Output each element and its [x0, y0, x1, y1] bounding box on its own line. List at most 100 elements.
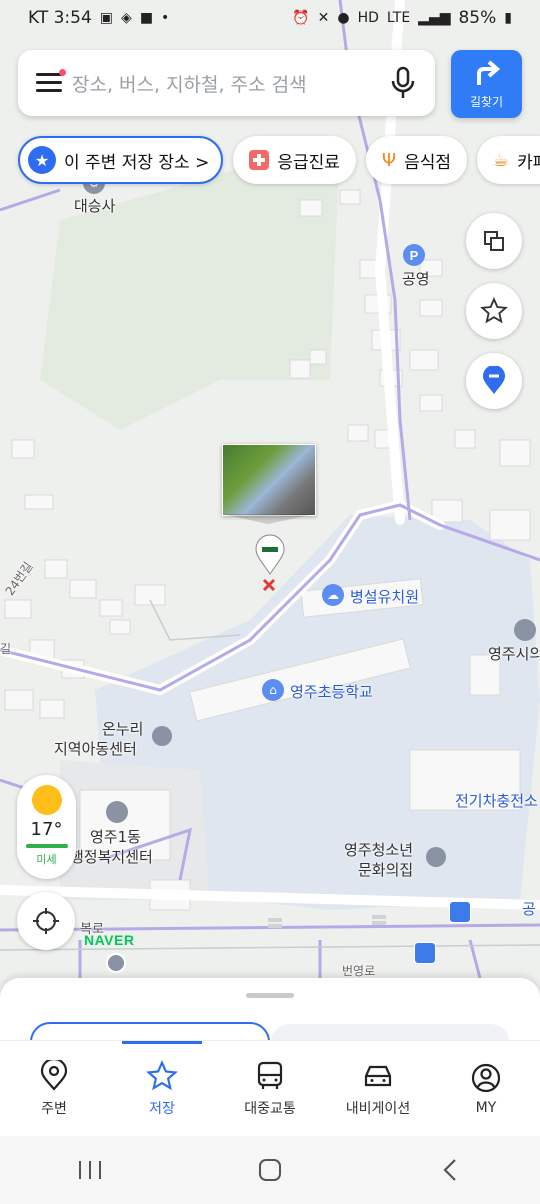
current-location-button[interactable] [17, 892, 75, 950]
bottom-sheet[interactable] [0, 978, 540, 1048]
chip-label: 응급진료 [277, 152, 340, 173]
menu-notification-dot [59, 69, 66, 76]
map-pin-marker[interactable] [254, 534, 286, 576]
chip-emergency[interactable]: 응급진료 [233, 136, 356, 184]
app-icon: ■ [139, 10, 154, 26]
mute-icon: ✕ [317, 10, 330, 26]
thumbnail-pointer [222, 514, 314, 524]
recent-apps-button[interactable] [60, 1150, 120, 1190]
naver-logo: NAVER [84, 932, 135, 948]
back-button[interactable] [420, 1150, 480, 1190]
saved-place-button[interactable] [466, 353, 522, 409]
chip-label: 카페 [517, 152, 540, 173]
tab-label: 대중교통 [244, 1101, 296, 1117]
layers-icon [484, 231, 504, 251]
dust-level-bar [25, 844, 68, 848]
tab-transit[interactable]: 대중교통 [216, 1041, 324, 1137]
chip-saved-nearby[interactable]: ★ 이 주변 저장 장소 > [18, 136, 224, 184]
tab-label: 내비게이션 [345, 1101, 411, 1117]
recent-apps-icon [79, 1161, 101, 1179]
bus-stop-icon-2[interactable] [414, 942, 436, 964]
poi-center-label-2[interactable]: 지역아동센터 [54, 738, 137, 759]
tab-my[interactable]: MY [432, 1041, 540, 1137]
turn-right-arrow-icon [476, 59, 500, 85]
tab-nearby[interactable]: 주변 [0, 1041, 108, 1137]
directions-label: 길찾기 [469, 94, 504, 109]
government-icon [106, 801, 128, 823]
carrier-time: KT 3:54 [28, 8, 92, 28]
bottom-tab-bar: 주변 저장 대중교통 내비게이션 MY [0, 1040, 540, 1137]
parking-icon: P [403, 244, 425, 266]
medical-cross-icon [249, 150, 270, 170]
star-icon [146, 1060, 178, 1091]
gallery-icon: ▣ [99, 10, 114, 26]
poi-school-label[interactable]: 영주초등학교 [290, 681, 373, 702]
temperature: 17° [30, 819, 63, 840]
poi-kindergarten-label[interactable]: 병설유치원 [350, 586, 419, 607]
battery-icon: ▮ [504, 10, 512, 26]
current-spot-x-icon [262, 578, 276, 592]
poi-center-label-1[interactable]: 온누리 [102, 718, 143, 739]
favorites-button[interactable] [466, 283, 522, 339]
home-button[interactable] [240, 1150, 300, 1190]
signal-icon: ▂▄▆ [418, 10, 451, 26]
tab-saved[interactable]: 저장 [108, 1041, 216, 1137]
sheet-drag-handle[interactable] [246, 993, 294, 998]
poi-city-hall-label[interactable]: 영주시의 [488, 643, 540, 664]
car-icon [364, 1065, 392, 1087]
battery-percent: 85% [458, 8, 497, 28]
tab-label: 주변 [41, 1101, 67, 1117]
alarm-icon: ⏰ [292, 10, 310, 26]
kindergarten-icon: ☁ [322, 584, 344, 606]
chip-cafe[interactable]: ☕ 카페 [477, 136, 540, 184]
street-view-thumbnail[interactable] [222, 444, 316, 516]
tab-label: 저장 [149, 1101, 175, 1117]
sun-icon [31, 785, 62, 815]
system-navigation-bar [0, 1136, 540, 1204]
bus-icon [257, 1061, 283, 1089]
coffee-cup-icon: ☕ [493, 149, 510, 171]
poi-welfare-label-2[interactable]: 행정복지센터 [70, 846, 153, 867]
tab-navigation[interactable]: 내비게이션 [324, 1041, 432, 1137]
crosshair-icon [33, 908, 59, 934]
tab-label: MY [475, 1100, 497, 1116]
star-outline-icon [480, 297, 508, 324]
map-pin-minus-icon [483, 366, 505, 394]
building-icon-youth [426, 847, 446, 867]
road-label-3: 번영로 [342, 964, 376, 978]
menu-icon[interactable] [36, 69, 66, 93]
search-bar[interactable]: 장소, 버스, 지하철, 주소 검색 [18, 50, 435, 116]
government-icon-city [514, 619, 536, 641]
location-icon: ● [337, 10, 350, 26]
directions-button[interactable]: 길찾기 [451, 50, 522, 118]
layers-button[interactable] [466, 213, 522, 269]
fork-knife-icon: Ψ [381, 149, 397, 171]
hd-icon: HD [357, 10, 379, 26]
back-chevron-icon [443, 1159, 456, 1181]
search-input[interactable]: 장소, 버스, 지하철, 주소 검색 [72, 70, 389, 97]
poi-welfare-label-1[interactable]: 영주1동 [90, 826, 141, 847]
chip-label: 이 주변 저장 장소 > [64, 152, 210, 173]
status-bar: KT 3:54 ▣ ◈ ■ • ⏰ ✕ ● HD LTE ▂▄▆ 85% ▮ [0, 0, 540, 36]
dust-label: 미세 [36, 853, 57, 866]
microphone-icon[interactable] [389, 66, 417, 100]
weather-widget[interactable]: 17° 미세 [17, 775, 76, 879]
category-chips: ★ 이 주변 저장 장소 > 응급진료 Ψ 음식점 ☕ 카페 [18, 136, 540, 184]
notification-dot-icon: • [161, 10, 170, 26]
poi-youth-label-1[interactable]: 영주청소년 [344, 839, 413, 860]
pill-icon: ◈ [121, 10, 132, 26]
poi-ev-charger-label[interactable]: 전기차충전소 [455, 790, 538, 811]
chip-restaurant[interactable]: Ψ 음식점 [365, 136, 467, 184]
road-label-4: 길 [0, 642, 12, 656]
road-label-5: 공 [522, 900, 536, 918]
poi-parking-label[interactable]: 공영 [402, 268, 430, 289]
building-icon [152, 726, 172, 746]
poi-temple-label[interactable]: 대승사 [74, 195, 115, 216]
poi-youth-label-2[interactable]: 문화의집 [358, 859, 413, 880]
profile-icon [471, 1063, 501, 1093]
school-icon: ⌂ [262, 679, 284, 701]
star-badge-icon: ★ [28, 146, 56, 174]
bus-stop-icon[interactable] [449, 901, 471, 923]
chip-label: 음식점 [404, 152, 451, 173]
station-icon [106, 953, 126, 973]
